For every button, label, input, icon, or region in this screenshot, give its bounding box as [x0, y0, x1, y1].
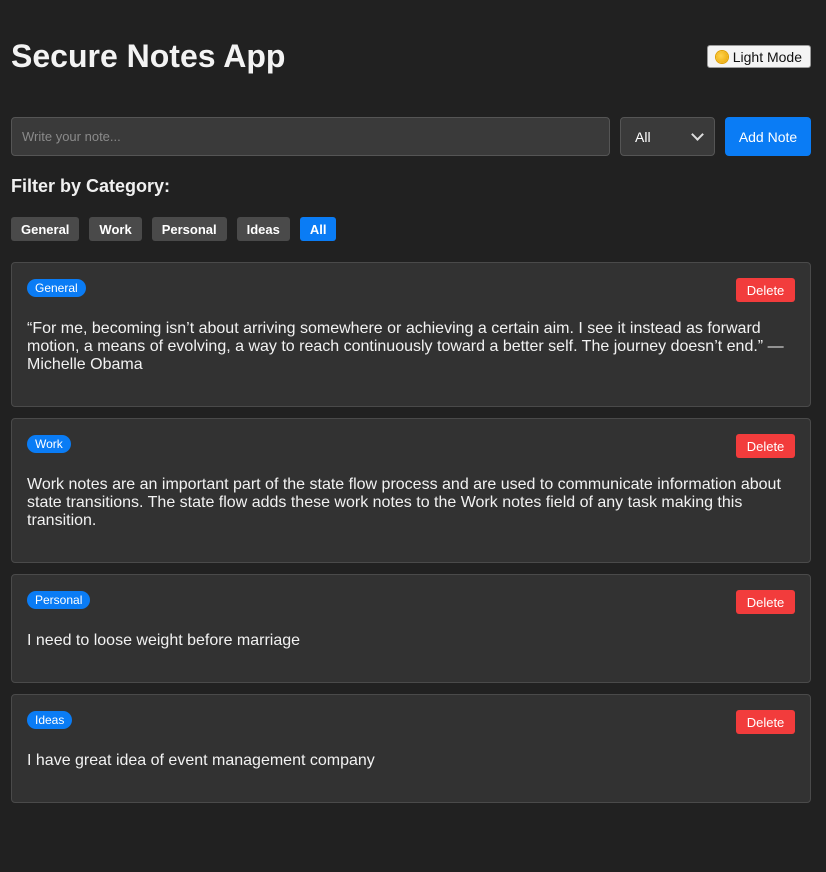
filter-heading: Filter by Category: [11, 176, 171, 196]
app-header: Secure Notes App Light Mode [11, 0, 811, 110]
note-text: “For me, becoming isn’t about arriving s… [27, 320, 784, 373]
category-select-value: All [635, 128, 651, 145]
delete-note-button[interactable]: Delete [736, 590, 795, 614]
category-filter-bar: General Work Personal Ideas All [11, 217, 337, 241]
notes-list: General Delete “For me, becoming isn’t a… [11, 262, 811, 814]
note-text: I need to loose weight before marriage [27, 632, 301, 649]
page-title: Secure Notes App [11, 38, 286, 74]
category-badge: Personal [27, 591, 91, 609]
chevron-down-icon [691, 128, 704, 141]
note-card: Work Delete Work notes are an important … [11, 418, 811, 563]
sun-icon [715, 50, 728, 63]
note-card: Personal Delete I need to loose weight b… [11, 574, 811, 683]
category-select[interactable]: All [620, 117, 715, 156]
category-badge: Ideas [27, 711, 73, 729]
light-mode-label: Light Mode [732, 48, 802, 65]
filter-all-button[interactable]: All [299, 217, 337, 241]
delete-note-button[interactable]: Delete [736, 278, 795, 302]
delete-note-button[interactable]: Delete [736, 434, 795, 458]
category-badge: General [27, 279, 86, 297]
add-note-button[interactable]: Add Note [725, 117, 811, 156]
note-text: Work notes are an important part of the … [27, 476, 781, 529]
filter-ideas-button[interactable]: Ideas [236, 217, 290, 241]
note-card: Ideas Delete I have great idea of event … [11, 694, 811, 803]
notes-app: Secure Notes App Light Mode All Add Note… [11, 0, 811, 803]
filter-work-button[interactable]: Work [89, 217, 142, 241]
note-input[interactable] [11, 117, 610, 156]
note-text: I have great idea of event management co… [27, 752, 375, 769]
light-mode-toggle-button[interactable]: Light Mode [706, 45, 811, 68]
delete-note-button[interactable]: Delete [736, 710, 795, 734]
note-card: General Delete “For me, becoming isn’t a… [11, 262, 811, 407]
filter-general-button[interactable]: General [11, 217, 80, 241]
filter-personal-button[interactable]: Personal [151, 217, 227, 241]
note-composer: All Add Note [11, 117, 811, 156]
category-badge: Work [27, 435, 71, 453]
